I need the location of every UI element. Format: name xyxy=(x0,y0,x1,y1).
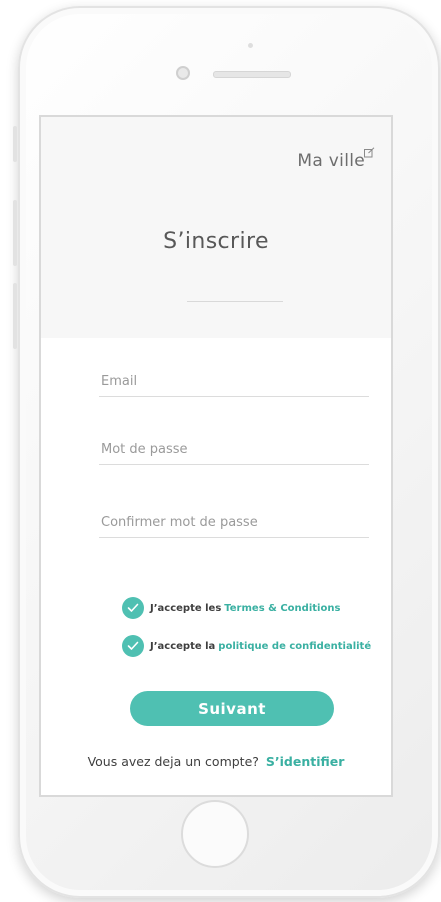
checkmark-icon xyxy=(127,603,139,612)
terms-consent-row: J’accepte les Termes & Conditions xyxy=(122,597,340,619)
privacy-prefix: J’accepte la xyxy=(150,640,216,652)
side-button xyxy=(13,126,17,162)
confirm-password-field-wrapper xyxy=(99,507,369,538)
title-divider xyxy=(187,301,283,302)
volume-down-button xyxy=(13,283,17,349)
next-button[interactable]: Suivant xyxy=(130,691,334,726)
page-title: S’inscrire xyxy=(163,229,269,254)
signin-prompt: Vous avez deja un compte? S’identifier xyxy=(41,754,391,769)
city-label: Ma ville xyxy=(297,151,365,171)
earpiece-speaker xyxy=(213,71,291,78)
app-screen: Ma ville S’inscrire J’accepte les Termes… xyxy=(39,115,393,797)
have-account-text: Vous avez deja un compte? xyxy=(87,754,259,769)
terms-checkbox[interactable] xyxy=(122,597,144,619)
front-camera xyxy=(176,66,190,80)
city-link[interactable]: Ma ville xyxy=(297,147,375,171)
privacy-checkbox[interactable] xyxy=(122,635,144,657)
home-button[interactable] xyxy=(181,800,249,868)
terms-prefix: J’accepte les xyxy=(150,602,222,614)
volume-up-button xyxy=(13,200,17,266)
email-field[interactable] xyxy=(99,366,369,396)
email-field-wrapper xyxy=(99,366,369,397)
terms-link[interactable]: Termes & Conditions xyxy=(224,603,340,614)
proximity-sensor xyxy=(248,43,253,48)
confirm-password-field[interactable] xyxy=(99,507,369,537)
signup-header: Ma ville S’inscrire xyxy=(41,117,391,338)
password-field-wrapper xyxy=(99,434,369,465)
signin-link[interactable]: S’identifier xyxy=(266,754,345,769)
password-field[interactable] xyxy=(99,434,369,464)
privacy-consent-row: J’accepte la politique de confidentialit… xyxy=(122,635,371,657)
edit-icon xyxy=(364,143,375,163)
checkmark-icon xyxy=(127,641,139,650)
privacy-link[interactable]: politique de confidentialité xyxy=(218,641,371,652)
